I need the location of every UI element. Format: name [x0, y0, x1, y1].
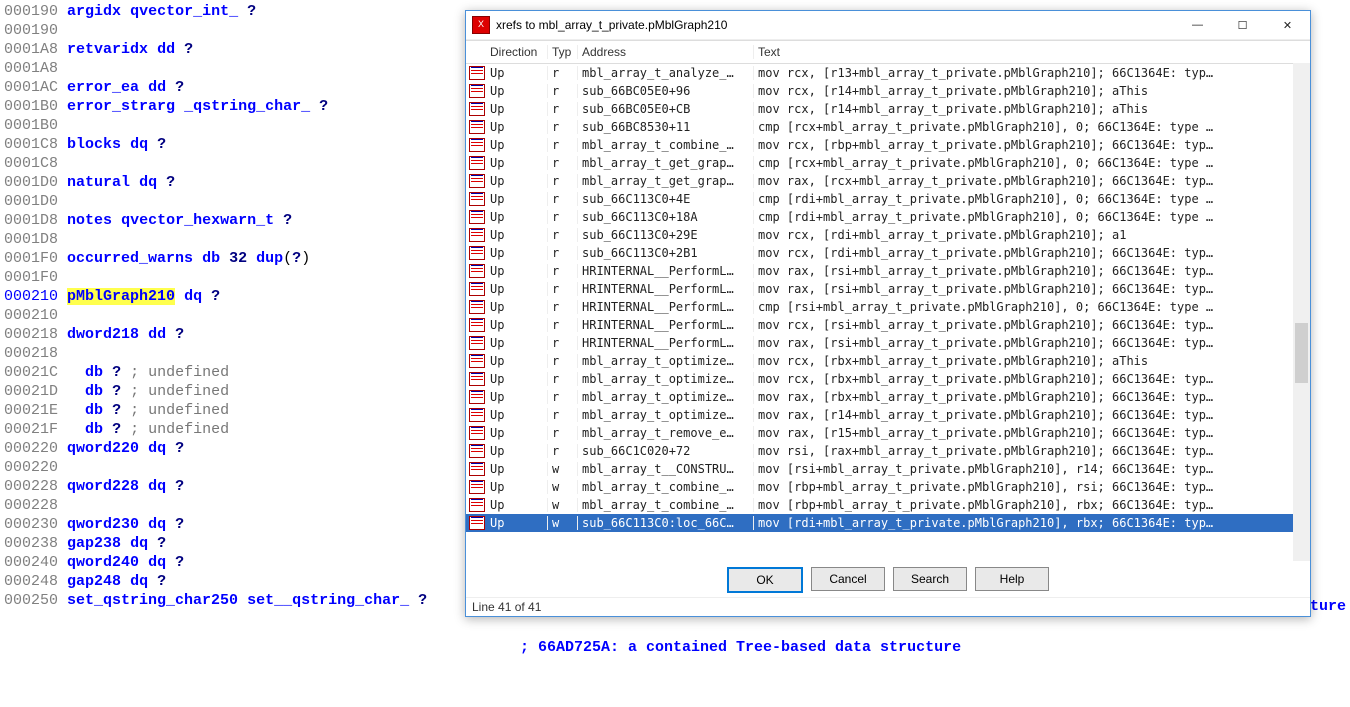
ok-button[interactable]: OK [727, 567, 803, 593]
table-row[interactable]: UprHRINTERNAL__PerformL…mov rax, [rsi+mb… [466, 262, 1310, 280]
status-line: Line 41 of 41 [466, 597, 1310, 616]
table-row[interactable]: Uprmbl_array_t_optimize…mov rcx, [rbx+mb… [466, 352, 1310, 370]
maximize-button[interactable]: ☐ [1220, 11, 1265, 39]
xref-icon [469, 426, 485, 440]
table-row[interactable]: Upwsub_66C113C0:loc_66C…mov [rdi+mbl_arr… [466, 514, 1310, 532]
xref-icon [469, 174, 485, 188]
table-row[interactable]: Uprmbl_array_t_get_grap…mov rax, [rcx+mb… [466, 172, 1310, 190]
xref-icon [469, 120, 485, 134]
table-row[interactable]: Uprsub_66C1C020+72mov rsi, [rax+mbl_arra… [466, 442, 1310, 460]
help-button[interactable]: Help [975, 567, 1049, 591]
table-row[interactable]: Uprmbl_array_t_get_grap…cmp [rcx+mbl_arr… [466, 154, 1310, 172]
cancel-button[interactable]: Cancel [811, 567, 885, 591]
window-title: xrefs to mbl_array_t_private.pMblGraph21… [496, 18, 1175, 32]
table-row[interactable]: Uprsub_66C113C0+29Emov rcx, [rdi+mbl_arr… [466, 226, 1310, 244]
xref-icon [469, 336, 485, 350]
xref-icon [469, 192, 485, 206]
xref-icon [469, 102, 485, 116]
xref-icon [469, 444, 485, 458]
close-button[interactable]: ✕ [1265, 11, 1310, 39]
xref-icon [469, 156, 485, 170]
button-row: OK Cancel Search Help [466, 561, 1310, 597]
table-row[interactable]: UprHRINTERNAL__PerformL…mov rcx, [rsi+mb… [466, 316, 1310, 334]
xref-icon [469, 498, 485, 512]
table-row[interactable]: Uprsub_66C113C0+2B1mov rcx, [rdi+mbl_arr… [466, 244, 1310, 262]
xrefs-dialog[interactable]: X xrefs to mbl_array_t_private.pMblGraph… [465, 10, 1311, 617]
table-row[interactable]: Uprmbl_array_t_analyze_…mov rcx, [r13+mb… [466, 64, 1310, 82]
search-button[interactable]: Search [893, 567, 967, 591]
xref-icon [469, 372, 485, 386]
table-row[interactable]: Uprmbl_array_t_optimize…mov rcx, [rbx+mb… [466, 370, 1310, 388]
table-row[interactable]: Uprmbl_array_t_combine_…mov rcx, [rbp+mb… [466, 136, 1310, 154]
table-row[interactable]: Uprsub_66C113C0+4Ecmp [rdi+mbl_array_t_p… [466, 190, 1310, 208]
xref-icon [469, 462, 485, 476]
table-row[interactable]: Uprmbl_array_t_remove_e…mov rax, [r15+mb… [466, 424, 1310, 442]
table-row[interactable]: Uprsub_66BC05E0+CBmov rcx, [r14+mbl_arra… [466, 100, 1310, 118]
xref-icon [469, 246, 485, 260]
xref-icon [469, 66, 485, 80]
xref-icon [469, 282, 485, 296]
xref-icon [469, 300, 485, 314]
xref-icon [469, 480, 485, 494]
scrollbar[interactable] [1293, 63, 1310, 561]
table-row[interactable]: UprHRINTERNAL__PerformL…cmp [rsi+mbl_arr… [466, 298, 1310, 316]
xref-icon [469, 390, 485, 404]
xref-icon [469, 516, 485, 530]
table-row[interactable]: Uprmbl_array_t_optimize…mov rax, [r14+mb… [466, 406, 1310, 424]
truncated-comment: ture [1310, 598, 1346, 615]
xrefs-table[interactable]: Direction Typ Address Text Uprmbl_array_… [466, 40, 1310, 561]
table-row[interactable]: Uprmbl_array_t_optimize…mov rax, [rbx+mb… [466, 388, 1310, 406]
xref-icon [469, 210, 485, 224]
table-row[interactable]: UprHRINTERNAL__PerformL…mov rax, [rsi+mb… [466, 334, 1310, 352]
table-row[interactable]: Uprsub_66BC8530+11cmp [rcx+mbl_array_t_p… [466, 118, 1310, 136]
table-header[interactable]: Direction Typ Address Text [466, 41, 1310, 64]
minimize-button[interactable]: — [1175, 11, 1220, 39]
xref-icon [469, 138, 485, 152]
xref-icon [469, 408, 485, 422]
titlebar[interactable]: X xrefs to mbl_array_t_private.pMblGraph… [466, 11, 1310, 40]
xref-icon [469, 264, 485, 278]
table-row[interactable]: Upwmbl_array_t_combine_…mov [rbp+mbl_arr… [466, 478, 1310, 496]
xref-icon [469, 228, 485, 242]
col-type[interactable]: Typ [548, 45, 578, 59]
col-address[interactable]: Address [578, 45, 754, 59]
scroll-thumb[interactable] [1295, 323, 1308, 383]
app-icon: X [472, 16, 490, 34]
xref-icon [469, 354, 485, 368]
tree-comment: ; 66AD725A: a contained Tree-based data … [520, 639, 961, 656]
col-text[interactable]: Text [754, 45, 1310, 59]
table-row[interactable]: UprHRINTERNAL__PerformL…mov rax, [rsi+mb… [466, 280, 1310, 298]
col-direction[interactable]: Direction [488, 45, 548, 59]
table-row[interactable]: Uprsub_66C113C0+18Acmp [rdi+mbl_array_t_… [466, 208, 1310, 226]
xref-icon [469, 318, 485, 332]
table-row[interactable]: Upwmbl_array_t_combine_…mov [rbp+mbl_arr… [466, 496, 1310, 514]
xref-icon [469, 84, 485, 98]
table-row[interactable]: Uprsub_66BC05E0+96mov rcx, [r14+mbl_arra… [466, 82, 1310, 100]
table-row[interactable]: Upwmbl_array_t__CONSTRU…mov [rsi+mbl_arr… [466, 460, 1310, 478]
